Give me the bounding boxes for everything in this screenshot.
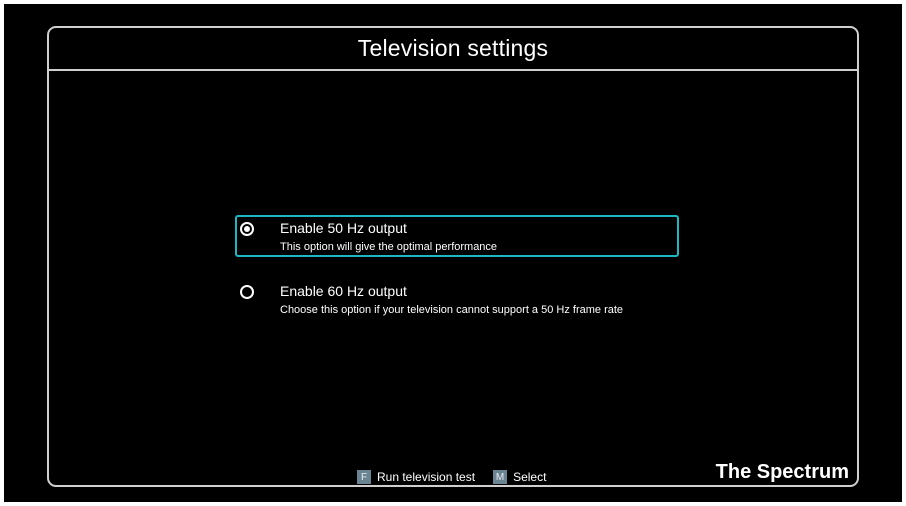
radio-checked-icon[interactable] [240, 222, 254, 236]
radio-unchecked-icon[interactable] [240, 285, 254, 299]
key-f-badge[interactable]: F [357, 470, 371, 484]
settings-panel: Television settings Enable 50 Hz output … [47, 26, 859, 487]
footer-hints: F Run television test M Select [357, 469, 564, 485]
page-title: Television settings [357, 35, 549, 61]
tv-screen: Television settings Enable 50 Hz output … [4, 4, 902, 502]
title-bar: Television settings [49, 28, 857, 71]
key-m-badge[interactable]: M [493, 470, 508, 484]
option-60hz-label: Enable 60 Hz output [280, 283, 407, 299]
option-50hz-description: This option will give the optimal perfor… [280, 241, 498, 253]
brand-logo: The Spectrum [715, 461, 849, 483]
option-60hz-description: Choose this option if your television ca… [280, 304, 624, 316]
run-tv-test-hint[interactable]: Run television test [377, 470, 475, 484]
option-60hz[interactable]: Enable 60 Hz output Choose this option i… [235, 278, 679, 320]
option-50hz[interactable]: Enable 50 Hz output This option will giv… [235, 215, 679, 257]
option-50hz-label: Enable 50 Hz output [280, 220, 407, 236]
select-hint[interactable]: Select [513, 470, 546, 484]
